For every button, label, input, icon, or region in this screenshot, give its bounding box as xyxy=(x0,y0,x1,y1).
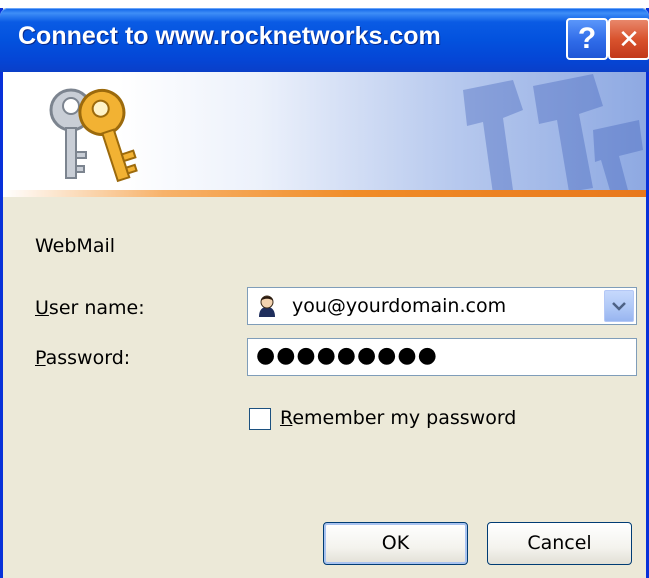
password-accesskey: P xyxy=(35,347,46,369)
user-icon xyxy=(255,294,279,318)
title-bar[interactable]: Connect to www.rocknetworks.com ? ✕ xyxy=(0,8,649,72)
password-mask: ●●●●●●●●● xyxy=(256,343,438,368)
close-button[interactable]: ✕ xyxy=(608,18,649,60)
keys-watermark-icon xyxy=(463,74,643,190)
remember-label-text: emember my password xyxy=(292,407,517,429)
help-icon: ? xyxy=(577,22,597,55)
remember-password-checkbox[interactable] xyxy=(249,408,271,430)
dialog-title: Connect to www.rocknetworks.com xyxy=(18,22,441,50)
remember-accesskey: R xyxy=(280,407,293,429)
chevron-down-icon xyxy=(612,302,626,311)
username-combobox[interactable]: you@yourdomain.com xyxy=(247,287,637,325)
cancel-button[interactable]: Cancel xyxy=(487,522,632,565)
header-banner xyxy=(3,72,646,190)
ok-button[interactable]: OK xyxy=(323,522,468,565)
username-label: User name: xyxy=(35,297,145,319)
username-value: you@yourdomain.com xyxy=(292,295,507,317)
username-dropdown-button[interactable] xyxy=(604,290,634,322)
password-label-text: assword: xyxy=(45,347,131,369)
keys-icon xyxy=(49,88,138,183)
password-label: Password: xyxy=(35,347,130,369)
realm-label: WebMail xyxy=(35,235,116,257)
banner-divider xyxy=(3,190,646,197)
username-label-text: ser name: xyxy=(48,297,145,319)
login-dialog: Connect to www.rocknetworks.com ? ✕ WebM… xyxy=(0,8,649,578)
username-accesskey: U xyxy=(35,297,49,319)
close-icon: ✕ xyxy=(618,24,640,54)
dialog-body: WebMail User name: you@yourdomain.com Pa… xyxy=(3,197,646,578)
password-field[interactable]: ●●●●●●●●● xyxy=(247,338,637,376)
remember-password-label[interactable]: Remember my password xyxy=(280,407,516,429)
help-button[interactable]: ? xyxy=(566,18,608,60)
